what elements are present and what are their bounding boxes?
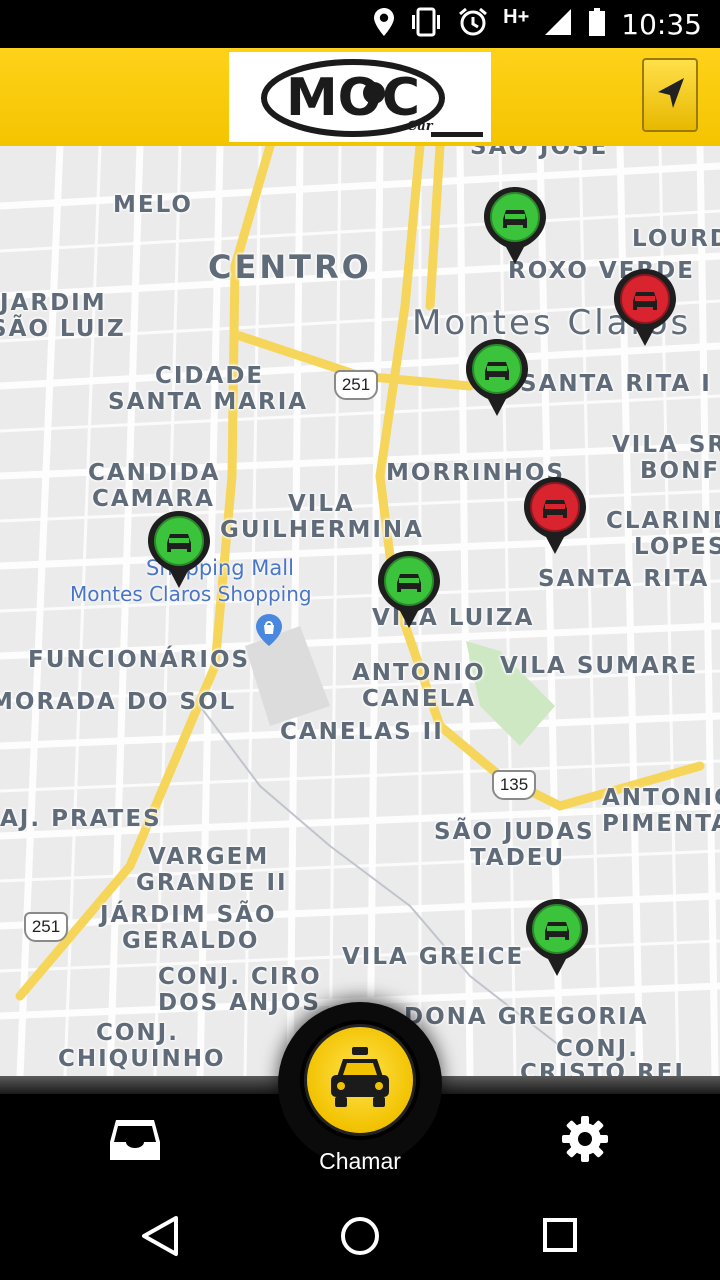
map-label: JARDIM (0, 290, 107, 316)
taxi-marker-busy[interactable] (520, 474, 590, 556)
app-logo: MOC Car (229, 52, 491, 142)
taxi-marker-available[interactable] (144, 508, 214, 590)
navigation-arrow-icon (658, 78, 684, 108)
call-button-label: Chamar (319, 1148, 401, 1174)
road-shield: 251 (24, 912, 68, 942)
map-label: ANTONIO (352, 660, 486, 686)
map-label: CANDIDA (88, 460, 221, 486)
alarm-icon (457, 6, 489, 43)
map-label: CIDADE (155, 363, 265, 389)
taxi-marker-available[interactable] (480, 184, 550, 266)
call-taxi-button[interactable] (300, 1020, 420, 1140)
map-label: DOS ANJOS (158, 990, 321, 1016)
map-label: VILA SR (612, 432, 720, 458)
taxi-marker-available[interactable] (522, 896, 592, 978)
map-label: PIMENTA (602, 811, 720, 837)
back-icon (142, 1216, 178, 1256)
map-label: CENTRO (208, 248, 372, 286)
home-button[interactable] (330, 1208, 390, 1264)
back-button[interactable] (130, 1208, 190, 1264)
map-label: SÃO JOSÉ (470, 146, 609, 160)
map-label: CONJ. (96, 1020, 179, 1046)
map-label: CONJ. CIRO (158, 964, 322, 990)
status-bar: H+ 10:35 (0, 0, 720, 48)
inbox-icon (110, 1120, 160, 1160)
map-label: GERALDO (122, 928, 260, 954)
taxi-marker-busy[interactable] (610, 266, 680, 348)
home-icon (341, 1217, 379, 1255)
inbox-button[interactable] (110, 1118, 160, 1162)
recents-icon (543, 1218, 577, 1252)
map-label: GUILHERMINA (220, 517, 424, 543)
logo-text: MOC (286, 68, 420, 128)
my-location-button[interactable] (642, 58, 698, 132)
taxi-marker-available[interactable] (374, 548, 444, 630)
map-label: VILA SUMARE (500, 653, 699, 679)
map-label: CRISTO REI (520, 1060, 685, 1076)
recents-button[interactable] (530, 1208, 590, 1264)
shopping-pin-icon[interactable] (254, 613, 284, 647)
settings-button[interactable] (560, 1114, 610, 1164)
map-label: CANELA (362, 686, 477, 712)
system-nav-bar (0, 1190, 720, 1280)
map-label: SANTA RITA (538, 566, 710, 592)
map-label: VILA (288, 491, 355, 517)
signal-icon (543, 7, 573, 42)
map-label: FUNCIONÁRIOS (28, 647, 251, 673)
app-bar: MOC Car (0, 48, 720, 148)
map-label: MORADA DO SOL (0, 689, 237, 715)
map-label: BONF (640, 458, 720, 484)
map-label: VILA GREICE (342, 944, 525, 970)
map-label: LOURD (632, 226, 720, 252)
battery-icon (587, 7, 607, 42)
map-label: CANELAS II (280, 719, 444, 745)
map-label: GRANDE II (136, 870, 288, 896)
network-type: H+ (503, 5, 530, 28)
vibrate-icon (409, 7, 443, 42)
map-label: LOPES (634, 534, 720, 560)
taxi-icon (331, 1047, 389, 1107)
map-label: TADEU (470, 845, 566, 871)
road-shield: 135 (492, 770, 536, 800)
map-label: AJ. PRATES (0, 806, 162, 832)
map-label: MELO (113, 192, 193, 218)
map-view[interactable]: SÃO JOSÉ MELO CENTRO LOURD ROXO VERDE JA… (0, 146, 720, 1076)
map-label: SANTA MARIA (108, 389, 309, 415)
gear-icon (562, 1116, 608, 1162)
map-label: SÃO LUIZ (0, 316, 126, 342)
map-label: JÁRDIM SÃO (100, 902, 277, 928)
road-shield: 251 (334, 370, 378, 400)
map-label: CLARIND (606, 508, 720, 534)
map-label: CHIQUINHO (58, 1046, 226, 1072)
map-label: CONJ. (556, 1036, 639, 1062)
location-icon (373, 7, 395, 42)
map-label: DONA GREGORIA (404, 1004, 649, 1030)
taxi-marker-available[interactable] (462, 336, 532, 418)
clock: 10:35 (621, 7, 702, 41)
map-label: ANTONIO (602, 785, 720, 811)
logo-subtext: Car (407, 119, 434, 134)
map-label: SÃO JUDAS (434, 819, 595, 845)
map-label: VARGEM (148, 844, 270, 870)
map-label: SANTA RITA I (520, 371, 712, 397)
